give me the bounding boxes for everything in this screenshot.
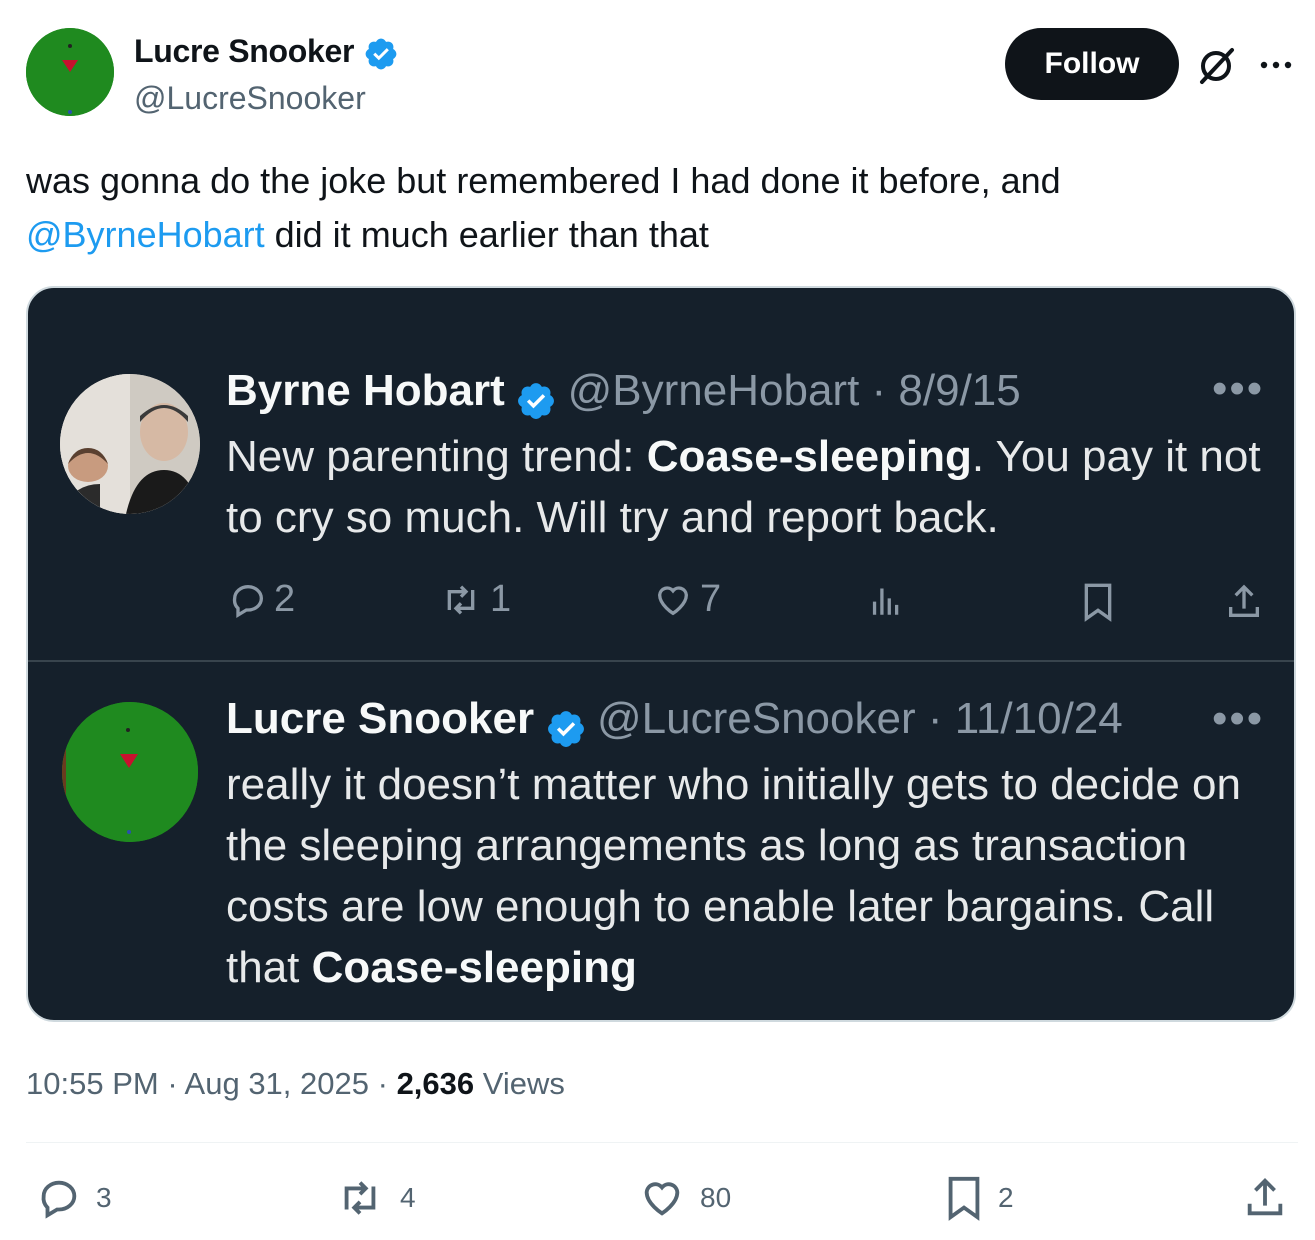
tweet-text-part: did it much earlier than that [264,214,709,255]
quote1-bookmark-icon [1080,582,1116,627]
quote1-reply: 2 [228,578,295,621]
repost-icon [344,1181,376,1215]
snooker-table-icon [26,28,114,116]
repost-icon [447,584,475,615]
reply-icon [232,584,263,618]
quote1-views-icon [866,582,906,623]
like-count: 80 [700,1182,732,1213]
author-avatar[interactable] [26,28,114,116]
heart-icon [644,1182,680,1216]
bookmark-count: 2 [998,1182,1014,1213]
quote2-header: Lucre Snooker @LucreSnooker · 11/10/24 [226,694,1123,750]
repost-button[interactable]: 4 [334,1170,416,1226]
bookmark-icon [948,1176,980,1221]
verified-badge-icon [365,38,397,69]
embedded-image[interactable]: Byrne Hobart @ByrneHobart · 8/9/15 ••• N… [26,286,1296,1022]
quote2-name: Lucre Snooker [226,694,535,743]
quote-avatar-byrne [60,374,200,514]
like-button[interactable]: 80 [638,1170,731,1226]
bookmark-button[interactable]: 2 [944,1170,1014,1226]
quote1-like: 7 [652,578,721,621]
views-count: 2,636 [396,1066,475,1101]
views-label: Views [482,1066,565,1101]
quote2-more-icon: ••• [1212,694,1265,743]
reply-button[interactable]: 3 [36,1170,112,1226]
tweet-text-part: was gonna do the joke but remembered I h… [26,160,1061,201]
footer-divider [26,1142,1298,1143]
repost-count: 4 [400,1182,416,1213]
quote1-more-icon: ••• [1212,364,1265,413]
author-name[interactable]: Lucre Snooker [134,33,399,72]
quote1-date: 8/9/15 [898,366,1021,415]
follow-button[interactable]: Follow [1005,28,1179,100]
quote1-text: New parenting trend: Coase-sleeping. You… [226,432,1261,542]
quote2-handle: @LucreSnooker [597,694,916,743]
reply-icon [41,1180,77,1219]
tweet-text: was gonna do the joke but remembered I h… [26,154,1276,262]
verified-badge-icon [518,382,555,419]
mention-link[interactable]: @ByrneHobart [26,214,265,255]
reply-count: 3 [96,1182,112,1213]
quote-avatar-lucre [62,702,198,842]
author-handle[interactable]: @LucreSnooker [134,80,366,117]
quote2-date: 11/10/24 [954,694,1123,743]
quote1-name: Byrne Hobart [226,366,505,415]
date-link[interactable]: Aug 31, 2025 [185,1066,369,1101]
share-button[interactable] [1242,1170,1288,1226]
more-options-icon[interactable] [1256,50,1296,80]
share-icon [1247,1178,1283,1216]
verified-badge-icon [547,710,584,747]
quote2-text: really it doesn’t matter who initially g… [226,760,1241,992]
grok-icon[interactable] [1196,46,1236,86]
quote1-repost: 1 [438,578,511,621]
tweet-timestamp: 10:55 PM · Aug 31, 2025 · 2,636 Views [26,1066,565,1101]
quote1-header: Byrne Hobart @ByrneHobart · 8/9/15 [226,366,1021,422]
heart-icon [657,585,689,615]
time-link[interactable]: 10:55 PM [26,1066,159,1101]
quote-divider [28,660,1294,662]
quote1-share-icon [1224,582,1264,627]
quote1-handle: @ByrneHobart [567,366,860,415]
